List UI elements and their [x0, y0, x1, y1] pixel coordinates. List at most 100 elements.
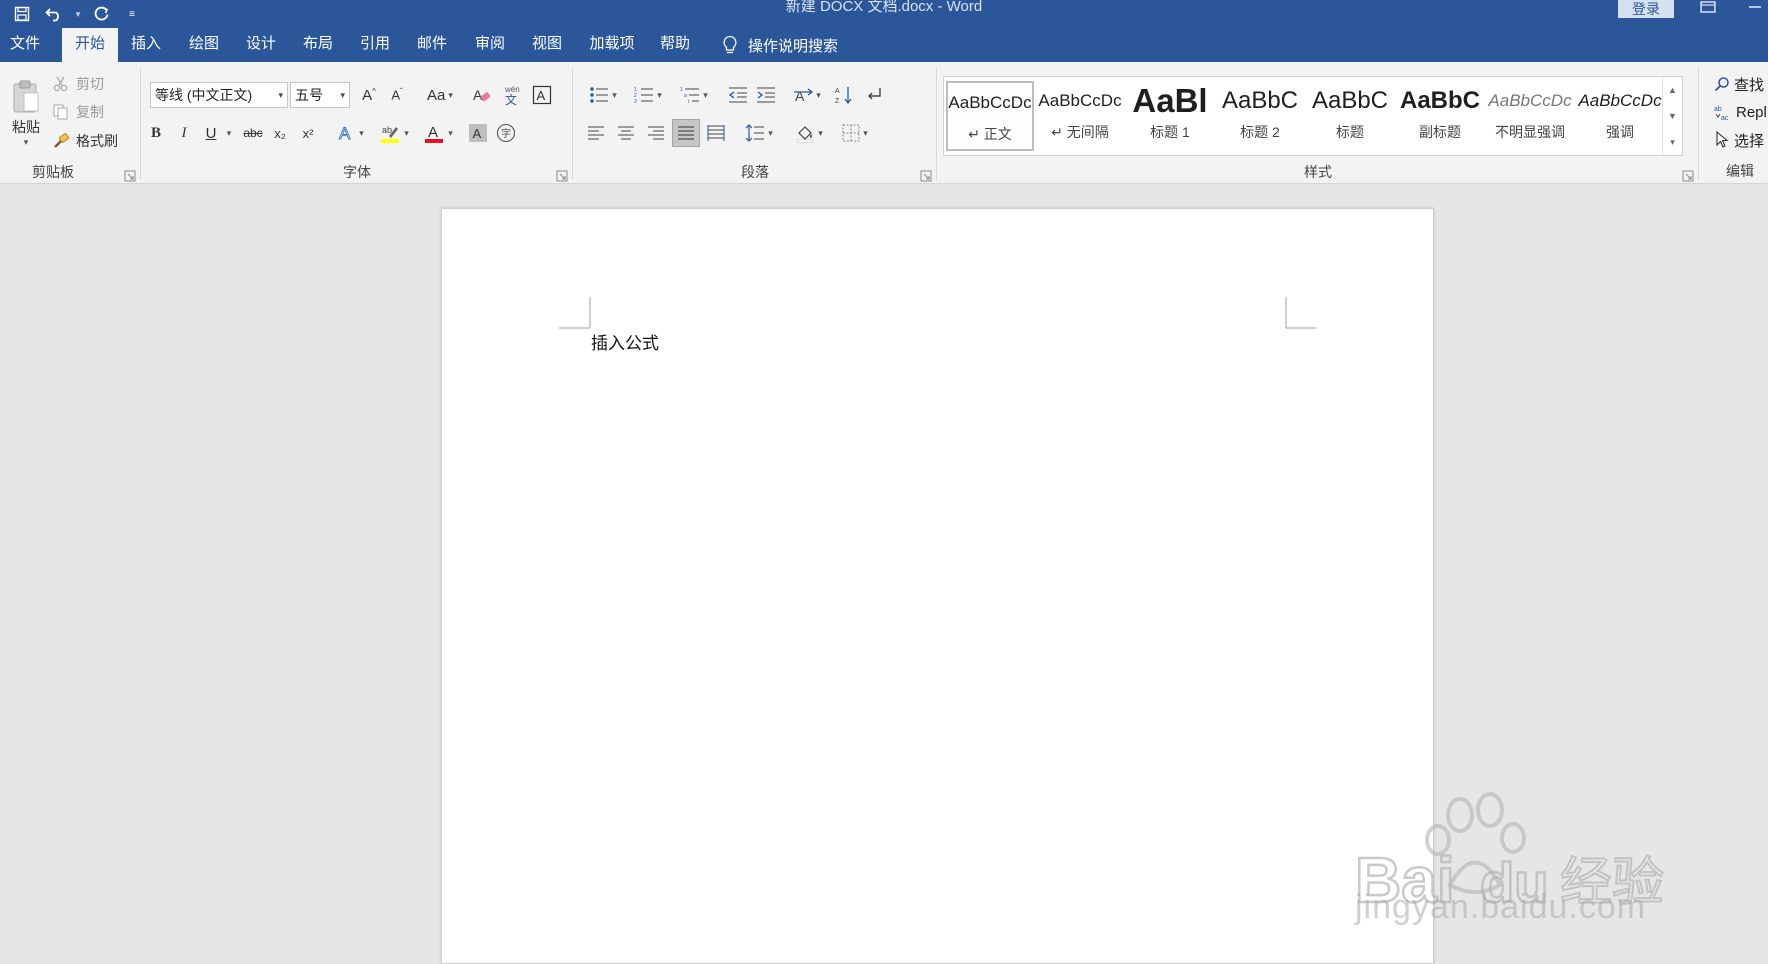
tab-design[interactable]: 设计 [237, 28, 285, 62]
gallery-more-icon[interactable]: ▾ [1663, 129, 1682, 155]
phonetic-guide-icon[interactable]: wén 文 [498, 82, 526, 108]
cut-button[interactable]: 剪切 [52, 72, 104, 96]
underline-button[interactable]: U [198, 120, 224, 146]
gallery-scroll-down-icon[interactable]: ▼ [1663, 103, 1682, 129]
align-right-icon[interactable] [642, 120, 670, 146]
tab-mailings[interactable]: 邮件 [408, 28, 456, 62]
paste-icon [13, 80, 39, 112]
align-center-icon[interactable] [612, 120, 640, 146]
subscript-button[interactable]: x₂ [266, 120, 294, 146]
font-name-dropdown-icon[interactable]: ▾ [278, 83, 283, 107]
svg-text:字: 字 [501, 127, 511, 140]
bullets-button[interactable]: ▾ [582, 82, 624, 108]
svg-text:3: 3 [634, 99, 637, 104]
chinese-layout-button[interactable]: A ▾ [786, 82, 828, 108]
tab-draw[interactable]: 绘图 [180, 28, 228, 62]
tab-file[interactable]: 文件 [0, 28, 50, 62]
underline-dropdown-icon[interactable]: ▾ [222, 120, 236, 146]
document-text[interactable]: 插入公式 [591, 329, 659, 354]
italic-button[interactable]: I [170, 120, 198, 146]
increase-indent-icon[interactable] [752, 82, 780, 108]
login-button[interactable]: 登录 [1618, 0, 1674, 18]
style-title[interactable]: AaBbC 标题 [1306, 81, 1394, 151]
highlighter-icon: ab [381, 125, 400, 143]
shading-button[interactable]: ▾ [788, 120, 830, 146]
numbering-button[interactable]: 123 ▾ [626, 82, 670, 108]
paste-dropdown-icon[interactable]: ▾ [24, 137, 29, 148]
borders-button[interactable]: ▾ [834, 120, 876, 146]
styles-launcher-icon[interactable] [1682, 169, 1694, 182]
scissors-icon [53, 76, 68, 92]
ribbon-home: 粘贴 ▾ 剪切 复制 格式刷 剪贴板 等线 (中文正文) ▾ 五号 ▾ A^ A… [0, 62, 1768, 184]
search-icon [1714, 77, 1729, 92]
line-spacing-button[interactable]: ▾ [738, 120, 780, 146]
font-size-dropdown-icon[interactable]: ▾ [340, 83, 345, 107]
gallery-scroll-up-icon[interactable]: ▲ [1663, 77, 1682, 103]
align-left-icon[interactable] [582, 120, 610, 146]
font-name-combo[interactable]: 等线 (中文正文) ▾ [150, 82, 288, 108]
replace-button[interactable]: ab ac Repl [1714, 100, 1767, 124]
margin-corner-top-left [559, 297, 591, 329]
distributed-icon[interactable] [702, 120, 730, 146]
tab-view[interactable]: 视图 [523, 28, 571, 62]
highlight-color-button[interactable]: ab ▾ [374, 120, 414, 146]
change-case-label: Aa [427, 86, 446, 104]
tab-review[interactable]: 审阅 [466, 28, 514, 62]
title-bar: ▾ ≡ 新建 DOCX 文档.docx - Word 登录 [0, 0, 1768, 28]
tab-home[interactable]: 开始 [62, 28, 118, 62]
font-size-combo[interactable]: 五号 ▾ [290, 82, 350, 108]
decrease-indent-icon[interactable] [724, 82, 752, 108]
find-button[interactable]: 查找 [1714, 72, 1764, 96]
style-subtle-emphasis[interactable]: AaBbCcDc 不明显强调 [1486, 81, 1574, 151]
style-subtitle[interactable]: AaBbC 副标题 [1396, 81, 1484, 151]
bold-button[interactable]: B [142, 120, 170, 146]
clipboard-launcher-icon[interactable] [124, 169, 136, 182]
group-divider [572, 68, 573, 180]
font-launcher-icon[interactable] [556, 169, 568, 182]
copy-button[interactable]: 复制 [52, 100, 104, 124]
character-border-icon[interactable]: A [528, 82, 556, 108]
tab-addins[interactable]: 加载项 [582, 28, 642, 62]
style-name: 不明显强调 [1495, 124, 1565, 140]
tab-help[interactable]: 帮助 [651, 28, 699, 62]
borders-icon [842, 124, 860, 142]
ribbon-display-options-icon[interactable] [1700, 0, 1716, 14]
tell-me-search[interactable]: 操作说明搜索 [722, 28, 838, 62]
grow-font-icon[interactable]: A^ [356, 82, 382, 108]
tab-layout[interactable]: 布局 [294, 28, 342, 62]
tab-insert[interactable]: 插入 [122, 28, 170, 62]
format-painter-button[interactable]: 格式刷 [52, 129, 118, 153]
style-heading-2[interactable]: AaBbC 标题 2 [1216, 81, 1304, 151]
select-button[interactable]: 选择 [1714, 128, 1764, 152]
style-no-spacing[interactable]: AaBbCcDc ↵ 无间隔 [1036, 81, 1124, 151]
minimize-icon[interactable] [1748, 0, 1762, 14]
document-page[interactable]: 插入公式 [441, 208, 1434, 964]
character-shading-icon[interactable]: A [464, 120, 492, 146]
change-case-button[interactable]: Aa ▾ [420, 82, 460, 108]
show-formatting-marks-icon[interactable] [860, 82, 888, 108]
shrink-font-icon[interactable]: Aˇ [384, 82, 410, 108]
style-name: 标题 2 [1240, 124, 1280, 140]
enclose-characters-icon[interactable]: 字 [492, 120, 520, 146]
sort-icon[interactable]: AZ [830, 82, 858, 108]
clear-formatting-icon[interactable]: A [468, 82, 496, 108]
paragraph-group-label: 段落 [741, 164, 769, 180]
cursor-arrow-icon [1716, 131, 1729, 148]
font-color-button[interactable]: A ▾ [418, 120, 458, 146]
multilevel-list-button[interactable]: 1ai ▾ [672, 82, 716, 108]
style-normal[interactable]: AaBbCcDc ↵ 正文 [946, 81, 1034, 151]
style-heading-1[interactable]: AaBl 标题 1 [1126, 81, 1214, 151]
justify-icon[interactable] [672, 119, 700, 147]
style-name: 强调 [1606, 124, 1634, 140]
strikethrough-button[interactable]: abc [238, 120, 268, 146]
paragraph-launcher-icon[interactable] [920, 169, 932, 182]
style-emphasis[interactable]: AaBbCcDc 强调 [1576, 81, 1664, 151]
style-sample: AaBbCcDc [1488, 91, 1572, 110]
superscript-button[interactable]: x² [294, 120, 322, 146]
text-effects-button[interactable]: A ▾ [330, 120, 370, 146]
font-color-icon: A [425, 124, 444, 143]
tab-references[interactable]: 引用 [351, 28, 399, 62]
svg-text:ab: ab [382, 125, 392, 135]
style-sample: AaBbCcDc [1578, 91, 1662, 110]
paste-button[interactable]: 粘贴 ▾ [4, 70, 48, 156]
